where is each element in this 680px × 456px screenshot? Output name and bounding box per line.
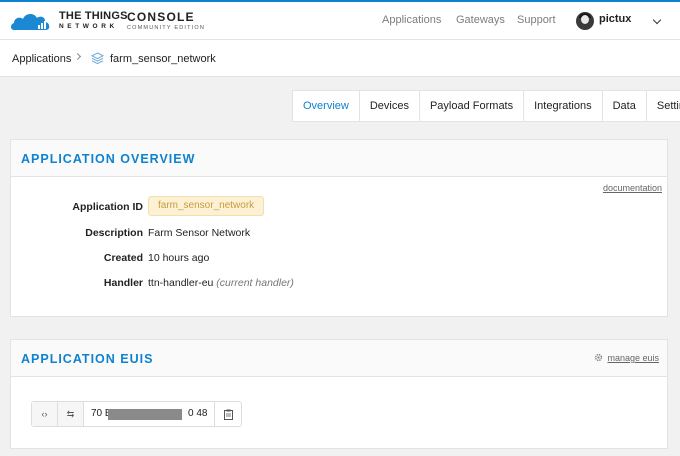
tab-integrations[interactable]: Integrations (524, 91, 603, 121)
nav-applications[interactable]: Applications (382, 14, 441, 26)
handler-value: ttn-handler-eu (current handler) (148, 277, 294, 289)
brand-name: THE THINGS (59, 10, 128, 22)
nav-gateways[interactable]: Gateways (456, 14, 505, 26)
layers-icon (91, 52, 104, 65)
manage-euis-link[interactable]: manage euis (607, 353, 659, 363)
app-id-label: Application ID (72, 201, 143, 213)
nav-support[interactable]: Support (517, 14, 556, 26)
overview-body: documentation Application ID farm_sensor… (11, 177, 667, 317)
chevron-right-icon (73, 52, 82, 61)
tab-settings[interactable]: Settings (647, 91, 680, 121)
brand-sub: NETWORK (59, 23, 118, 30)
eui-value: 70 B 0 48 (84, 402, 215, 426)
euis-header: APPLICATION EUIS manage euis (11, 340, 667, 377)
tab-overview[interactable]: Overview (293, 91, 360, 121)
handler-note: (current handler) (216, 277, 294, 289)
euis-title: APPLICATION EUIS (21, 352, 154, 366)
console-title: CONSOLE (127, 10, 195, 24)
ttn-cloud-logo-icon[interactable] (10, 10, 52, 32)
chevron-down-icon[interactable] (652, 15, 662, 25)
breadcrumb-applications[interactable]: Applications (12, 53, 71, 65)
user-name[interactable]: pictux (599, 13, 631, 25)
eui-suffix: 0 48 (188, 408, 208, 419)
breadcrumb: Applications farm_sensor_network (0, 40, 680, 77)
application-overview-card: APPLICATION OVERVIEW documentation Appli… (10, 139, 668, 317)
top-header: THE THINGS NETWORK CONSOLE COMMUNITY EDI… (0, 2, 680, 40)
created-label: Created (103, 252, 143, 264)
created-value: 10 hours ago (148, 252, 210, 264)
swap-order-icon[interactable]: ⇆ (58, 402, 84, 426)
code-toggle-icon[interactable]: ‹› (32, 402, 58, 426)
tab-devices[interactable]: Devices (360, 91, 420, 121)
description-label: Description (85, 227, 143, 239)
overview-title: APPLICATION OVERVIEW (21, 152, 196, 166)
tab-payload-formats[interactable]: Payload Formats (420, 91, 525, 121)
app-tabs: Overview Devices Payload Formats Integra… (292, 90, 680, 122)
overview-header: APPLICATION OVERVIEW (11, 140, 667, 177)
handler-label: Handler (103, 277, 143, 289)
handler-name: ttn-handler-eu (148, 277, 214, 289)
app-id-badge[interactable]: farm_sensor_network (148, 196, 265, 216)
application-euis-card: APPLICATION EUIS manage euis ‹› ⇆ 70 B 0… (10, 339, 668, 449)
description-value: Farm Sensor Network (148, 227, 251, 239)
gear-icon[interactable] (594, 353, 603, 362)
tab-data[interactable]: Data (603, 91, 647, 121)
eui-redaction (108, 409, 182, 420)
clipboard-icon[interactable] (215, 402, 241, 426)
documentation-link[interactable]: documentation (603, 183, 662, 193)
eui-field: ‹› ⇆ 70 B 0 48 (31, 401, 242, 427)
console-edition: COMMUNITY EDITION (127, 25, 206, 31)
user-avatar[interactable] (576, 12, 594, 30)
breadcrumb-current: farm_sensor_network (110, 53, 216, 65)
euis-body: ‹› ⇆ 70 B 0 48 (11, 377, 667, 449)
